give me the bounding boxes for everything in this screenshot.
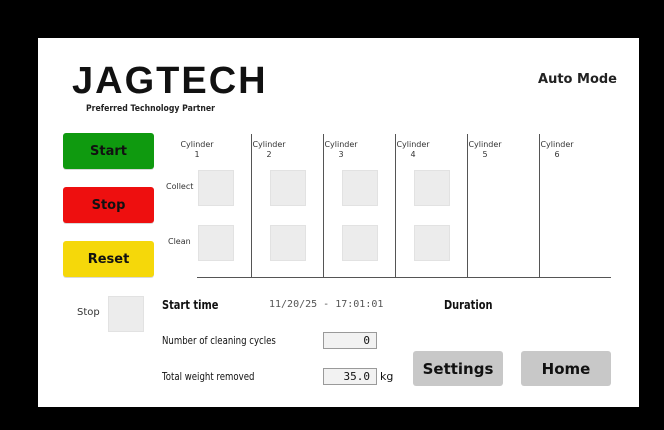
weight-removed-field: 35.0 (323, 368, 377, 385)
logo-tagline: Preferred Technology Partner (86, 104, 215, 114)
cylinder-number: 1 (194, 150, 200, 159)
column-divider (395, 134, 396, 278)
cylinder-grid: Cylinder 1 Cylinder 2 Cylinder 3 Cylinde… (161, 134, 639, 278)
cylinder-4-clean-indicator (414, 225, 450, 261)
mode-indicator: Auto Mode (538, 72, 617, 87)
cylinder-3-collect-indicator (342, 170, 378, 206)
column-divider (323, 134, 324, 278)
reset-button-label: Reset (87, 251, 130, 267)
cylinder-2-header: Cylinder 2 (233, 140, 305, 160)
cylinder-1-clean-indicator (198, 225, 234, 261)
home-button-label: Home (541, 359, 591, 378)
grid-baseline (197, 277, 611, 278)
stop-button[interactable]: Stop (63, 187, 154, 223)
cylinder-4-header: Cylinder 4 (377, 140, 449, 160)
start-time-label: Start time (162, 298, 219, 312)
start-button-label: Start (90, 143, 127, 159)
cylinder-number: 4 (410, 150, 416, 159)
cylinder-6-header: Cylinder 6 (521, 140, 593, 160)
cylinder-number: 6 (554, 150, 560, 159)
cylinder-1-header: Cylinder 1 (161, 140, 233, 160)
cylinder-name: Cylinder (324, 140, 358, 149)
cylinder-4-collect-indicator (414, 170, 450, 206)
weight-unit: kg (380, 370, 394, 383)
cylinder-name: Cylinder (180, 140, 214, 149)
settings-button[interactable]: Settings (413, 351, 503, 386)
cylinder-3-clean-indicator (342, 225, 378, 261)
jagtech-logo: JAGTECH (72, 60, 268, 102)
cylinder-name: Cylinder (252, 140, 286, 149)
cylinder-5-header: Cylinder 5 (449, 140, 521, 160)
column-divider (539, 134, 540, 278)
cleaning-cycles-field: 0 (323, 332, 377, 349)
cylinder-1-collect-indicator (198, 170, 234, 206)
duration-label: Duration (444, 298, 493, 312)
stop-button-label: Stop (91, 197, 126, 213)
cylinder-number: 3 (338, 150, 344, 159)
collect-row-label: Collect (166, 182, 194, 191)
cylinder-2-collect-indicator (270, 170, 306, 206)
status-indicator (108, 296, 144, 332)
weight-removed-value: 35.0 (343, 370, 371, 383)
cylinder-2-clean-indicator (270, 225, 306, 261)
column-divider (467, 134, 468, 278)
hmi-screen: JAGTECH Preferred Technology Partner Aut… (38, 38, 639, 407)
column-divider (251, 134, 252, 278)
cylinder-name: Cylinder (468, 140, 502, 149)
cylinder-name: Cylinder (540, 140, 574, 149)
start-button[interactable]: Start (63, 133, 154, 169)
cylinder-name: Cylinder (396, 140, 430, 149)
cleaning-cycles-value: 0 (363, 334, 370, 347)
cleaning-cycles-label: Number of cleaning cycles (162, 334, 276, 347)
settings-button-label: Settings (422, 359, 494, 378)
status-label: Stop (77, 307, 100, 318)
start-time-value: 11/20/25 - 17:01:01 (269, 299, 384, 310)
cylinder-number: 5 (482, 150, 488, 159)
cylinder-number: 2 (266, 150, 272, 159)
home-button[interactable]: Home (521, 351, 611, 386)
cylinder-3-header: Cylinder 3 (305, 140, 377, 160)
reset-button[interactable]: Reset (63, 241, 154, 277)
clean-row-label: Clean (168, 237, 191, 246)
weight-removed-label: Total weight removed (162, 370, 255, 383)
